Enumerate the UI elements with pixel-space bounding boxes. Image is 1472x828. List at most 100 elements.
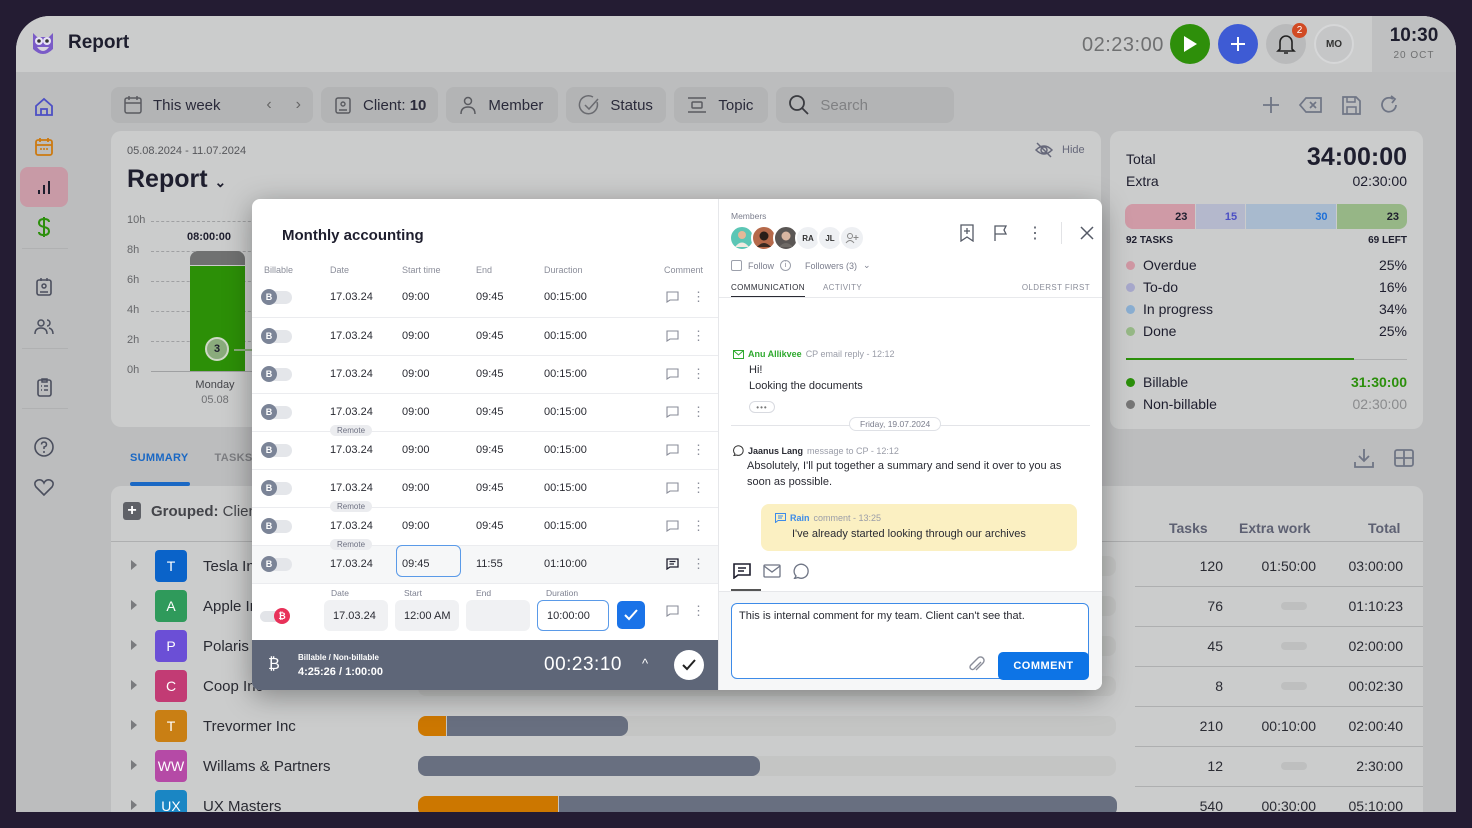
flag-icon[interactable] (993, 224, 1009, 242)
comment-button[interactable]: COMMENT (998, 652, 1089, 680)
table-row[interactable]: UX UX Masters 540 00:30:00 05:10:00 (111, 786, 1423, 812)
date-cell[interactable]: 17.03.24 (330, 558, 373, 570)
more-options-icon[interactable]: ⋮ (692, 329, 705, 342)
sidebar-item-team[interactable] (20, 307, 68, 347)
more-options-icon[interactable]: ⋮ (692, 290, 705, 303)
period-filter[interactable]: This week ‹ › (111, 87, 313, 123)
start-cell[interactable]: 09:00 (402, 406, 430, 418)
time-entry-row[interactable]: B Remote 17.03.24 09:00 09:45 00:15:00 ⋮ (252, 425, 718, 469)
billable-toggle[interactable]: B (261, 328, 292, 344)
complete-button[interactable] (674, 650, 704, 680)
table-row[interactable]: T Trevormer Inc 210 00:10:00 02:00:40 (111, 706, 1423, 746)
user-avatar[interactable]: MO (1314, 24, 1354, 64)
comment-icon[interactable] (666, 444, 679, 456)
download-icon[interactable] (1352, 446, 1376, 470)
expand-row-icon[interactable] (131, 680, 137, 690)
expand-row-icon[interactable] (131, 760, 137, 770)
more-options-icon[interactable]: ⋮ (692, 519, 705, 532)
end-cell[interactable]: 09:45 (476, 406, 504, 418)
chevron-down-icon[interactable]: ⌄ (863, 260, 871, 271)
table-row[interactable]: WW Willams & Partners 12 2:30:00 (111, 746, 1423, 786)
date-cell[interactable]: 17.03.24 (330, 291, 373, 303)
follow-checkbox[interactable] (731, 260, 742, 271)
billable-toggle[interactable]: ₿ (260, 608, 290, 624)
more-options-icon[interactable]: ⋮ (692, 443, 705, 456)
time-entry-row[interactable]: B 17.03.24 09:00 09:45 00:15:00 ⋮ (252, 279, 718, 317)
start-time-input-focused[interactable] (396, 545, 461, 577)
sidebar-item-favorites[interactable] (20, 467, 68, 507)
billable-toggle[interactable]: B (261, 404, 292, 420)
info-icon[interactable]: i (780, 260, 792, 271)
sidebar-item-clients[interactable] (20, 267, 68, 307)
report-title[interactable]: Report ⌄ (127, 165, 226, 194)
email-icon[interactable] (763, 564, 781, 578)
attachment-icon[interactable] (968, 656, 986, 674)
prev-period-button[interactable]: ‹ (266, 96, 271, 114)
status-segment[interactable]: 30 (1246, 204, 1336, 229)
chat-bubble-icon[interactable] (793, 563, 811, 579)
tab-communication[interactable]: COMMUNICATION (731, 283, 805, 297)
sidebar-item-reports[interactable] (20, 167, 68, 207)
more-options-icon[interactable]: ⋮ (692, 367, 705, 380)
comment-icon[interactable] (666, 605, 679, 617)
end-cell[interactable]: 09:45 (476, 368, 504, 380)
hide-chart-button[interactable]: Hide (1034, 141, 1085, 159)
date-cell[interactable]: 17.03.24 (330, 520, 373, 532)
status-filter[interactable]: Status (566, 87, 667, 123)
status-segment[interactable]: 23 (1125, 204, 1196, 229)
clear-filters-icon[interactable] (1298, 94, 1324, 116)
start-cell[interactable]: 09:00 (402, 444, 430, 456)
start-cell[interactable]: 09:00 (402, 368, 430, 380)
tab-tasks[interactable]: TASKS (215, 452, 253, 464)
comment-icon[interactable] (666, 291, 679, 303)
end-cell[interactable]: 11:55 (476, 558, 503, 570)
comment-icon[interactable] (666, 558, 679, 570)
tab-summary[interactable]: SUMMARY (130, 452, 189, 464)
column-header-tasks[interactable]: Tasks (1169, 520, 1208, 536)
search-input[interactable]: Search (776, 87, 955, 123)
comment-icon[interactable] (666, 406, 679, 418)
add-member-button[interactable] (839, 225, 865, 251)
billable-toggle[interactable]: B (261, 480, 292, 496)
more-options-icon[interactable]: ⋮ (692, 481, 705, 494)
time-entry-row[interactable]: B 17.03.24 09:00 09:45 00:15:00 ⋮ (252, 355, 718, 393)
more-options-icon[interactable]: ⋮ (692, 557, 705, 570)
comment-icon[interactable] (666, 368, 679, 380)
more-options-icon[interactable]: ⋮ (692, 604, 705, 617)
billable-toggle[interactable]: B (261, 366, 292, 382)
time-entry-row[interactable]: B 17.03.24 09:00 09:45 00:15:00 ⋮ (252, 393, 718, 431)
start-timer-button[interactable] (1170, 24, 1210, 64)
end-input[interactable] (466, 600, 530, 631)
end-cell[interactable]: 09:45 (476, 482, 504, 494)
add-button[interactable] (1218, 24, 1258, 64)
client-filter[interactable]: Client: 10 (321, 87, 439, 123)
expand-message-button[interactable]: ••• (749, 401, 775, 413)
more-options-icon[interactable]: ⋮ (692, 405, 705, 418)
duration-cell[interactable]: 00:15:00 (544, 482, 587, 494)
date-cell[interactable]: 17.03.24 (330, 330, 373, 342)
time-entry-row[interactable]: B Remote 17.03.24 09:45 11:55 01:10:00 ⋮ (252, 539, 718, 583)
expand-row-icon[interactable] (131, 600, 137, 610)
expand-all-icon[interactable]: + (123, 502, 141, 520)
sidebar-item-help[interactable] (20, 427, 68, 467)
topic-filter[interactable]: Topic (674, 87, 769, 123)
duration-cell[interactable]: 00:15:00 (544, 368, 587, 380)
billable-toggle[interactable]: B (261, 518, 292, 534)
save-icon[interactable] (1340, 94, 1362, 116)
sidebar-item-calendar[interactable] (20, 127, 68, 167)
bookmark-add-icon[interactable] (959, 224, 975, 242)
sidebar-item-tasks[interactable] (20, 367, 68, 407)
status-segment[interactable]: 15 (1196, 204, 1246, 229)
date-cell[interactable]: 17.03.24 (330, 368, 373, 380)
start-cell[interactable]: 09:00 (402, 330, 430, 342)
duration-cell[interactable]: 00:15:00 (544, 520, 587, 532)
expand-row-icon[interactable] (131, 720, 137, 730)
column-header-extra-work[interactable]: Extra work (1239, 520, 1311, 536)
duration-cell[interactable]: 00:15:00 (544, 406, 587, 418)
date-cell[interactable]: 17.03.24 (330, 406, 373, 418)
chevron-up-icon[interactable]: ^ (642, 656, 648, 671)
date-cell[interactable]: 17.03.24 (330, 444, 373, 456)
comment-icon[interactable] (666, 520, 679, 532)
group-by-control[interactable]: + Grouped: Client (123, 502, 261, 520)
time-entry-row[interactable]: B 17.03.24 09:00 09:45 00:15:00 ⋮ (252, 469, 718, 507)
